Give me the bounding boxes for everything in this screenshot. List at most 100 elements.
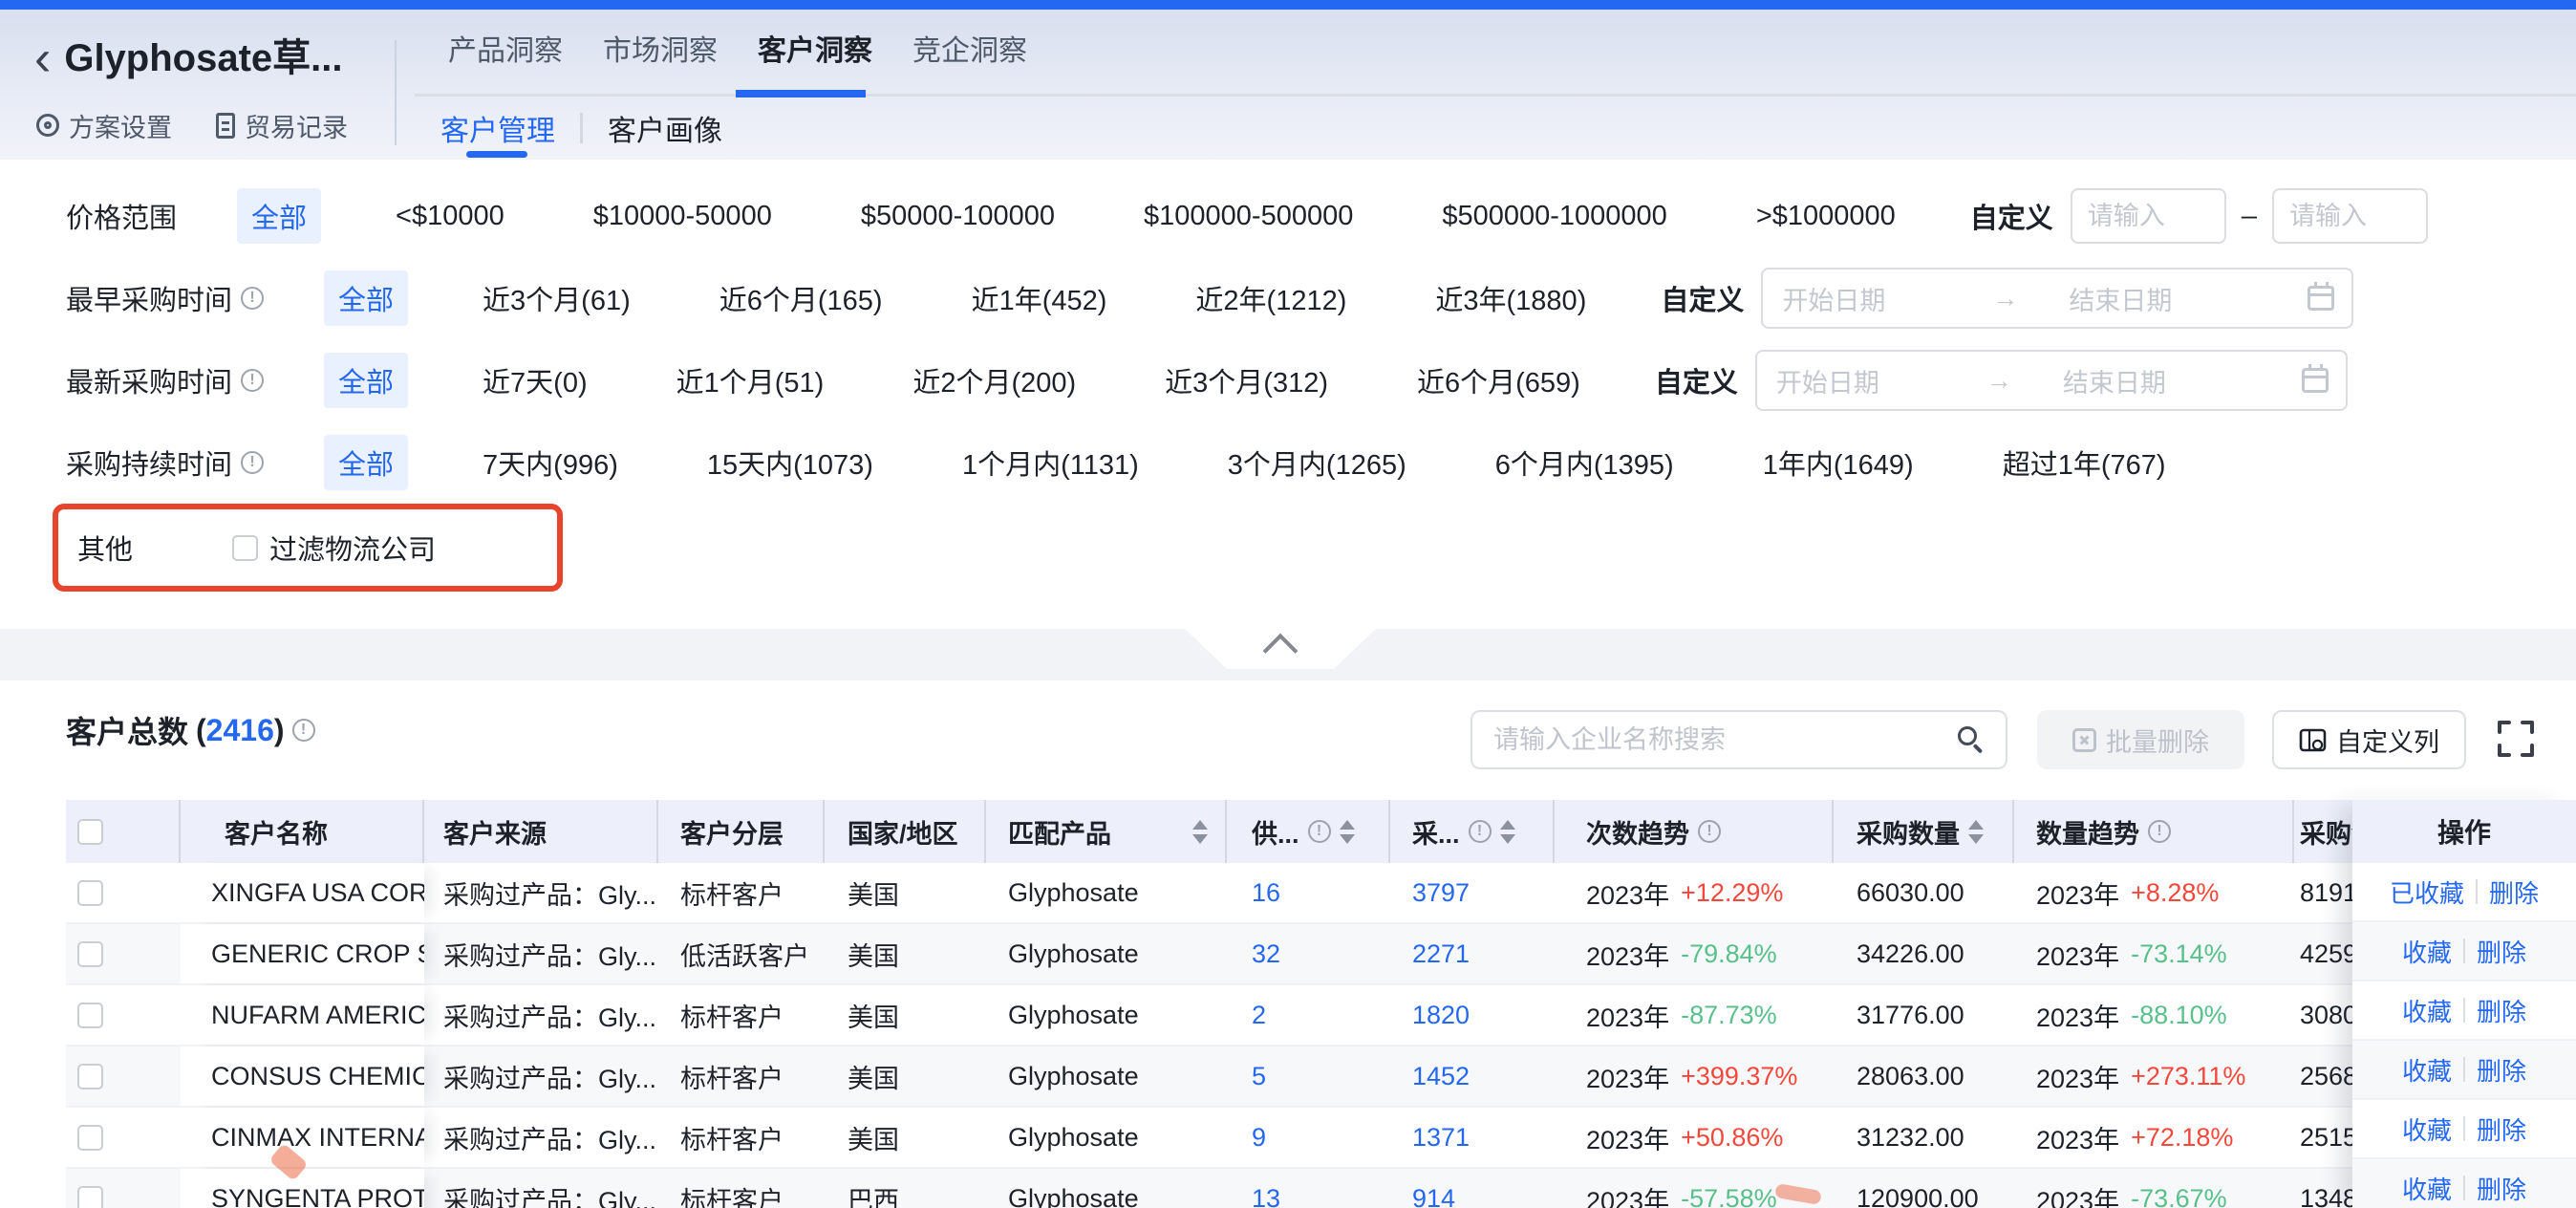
table-row[interactable]: NUFARM AMERICAS, 采购过产品：Gly... 标杆客户 美国 Gl… [66,985,2576,1046]
calendar-icon[interactable] [2302,368,2329,393]
price-option[interactable]: $10000-50000 [579,193,786,240]
tab-market-insight[interactable]: 市场洞察 [603,32,718,71]
purchases-count-link[interactable]: 1452 [1390,1046,1555,1106]
fullscreen-icon[interactable] [2496,719,2536,759]
earliest-custom-label[interactable]: 自定义 [1661,278,1744,318]
favorite-link[interactable]: 已收藏 [2390,874,2464,910]
price-option[interactable]: <$10000 [381,193,519,240]
filter-logistics-checkbox[interactable] [232,535,258,561]
scheme-settings-button[interactable]: 方案设置 [36,107,172,144]
row-checkbox[interactable] [77,1064,103,1089]
favorite-link[interactable]: 收藏 [2402,993,2452,1028]
delete-link[interactable]: 删除 [2477,1052,2526,1088]
earliest-date-range-picker[interactable]: 开始日期 → 结束日期 [1761,268,2353,329]
duration-option-all[interactable]: 全部 [324,435,408,490]
price-custom-label[interactable]: 自定义 [1970,196,2053,236]
batch-delete-button[interactable]: 批量删除 [2037,710,2244,769]
table-row[interactable]: GENERIC CROP SCI 采购过产品：Gly... 低活跃客户 美国 G… [66,924,2576,985]
end-date-placeholder[interactable]: 结束日期 [2063,362,2302,399]
price-option[interactable]: $100000-500000 [1129,193,1367,240]
table-row[interactable]: CONSUS CHEMICAL 采购过产品：Gly... 标杆客户 美国 Gly… [66,1046,2576,1108]
subtab-customer-management[interactable]: 客户管理 [440,107,555,149]
favorite-link[interactable]: 收藏 [2402,1111,2452,1147]
calendar-icon[interactable] [2308,286,2334,311]
sort-icon[interactable] [1968,820,1984,844]
customer-count[interactable]: 2416 [206,713,274,747]
duration-option[interactable]: 6个月内(1395) [1481,435,1688,490]
price-option-all[interactable]: 全部 [237,188,321,244]
end-date-placeholder[interactable]: 结束日期 [2069,280,2308,317]
back-icon[interactable]: ‹ [34,31,51,86]
trade-records-button[interactable]: 贸易记录 [216,107,348,144]
search-input[interactable] [1492,724,1956,756]
table-row[interactable]: SYNGENTA PROTEC 采购过产品：Gly... 标杆客户 巴西 Gly… [66,1169,2576,1208]
suppliers-count-link[interactable]: 32 [1227,924,1390,983]
latest-date-range-picker[interactable]: 开始日期 → 结束日期 [1755,350,2348,411]
price-max-input[interactable] [2272,188,2428,244]
price-min-input[interactable] [2071,188,2226,244]
favorite-link[interactable]: 收藏 [2402,934,2452,969]
suppliers-count-link[interactable]: 16 [1227,863,1390,922]
suppliers-count-link[interactable]: 9 [1227,1108,1390,1167]
latest-option-all[interactable]: 全部 [324,353,408,408]
duration-option[interactable]: 1年内(1649) [1749,435,1928,490]
price-option[interactable]: >$1000000 [1742,193,1910,240]
favorite-link[interactable]: 收藏 [2402,1171,2452,1206]
latest-option[interactable]: 近2个月(200) [898,353,1090,408]
delete-link[interactable]: 删除 [2477,993,2526,1028]
latest-custom-label[interactable]: 自定义 [1655,360,1738,400]
row-checkbox[interactable] [77,1125,103,1151]
price-option[interactable]: $50000-100000 [847,193,1069,240]
info-icon[interactable] [292,719,315,742]
duration-option[interactable]: 15天内(1073) [693,435,888,490]
search-icon[interactable] [1956,724,1986,755]
earliest-option[interactable]: 近6个月(165) [705,270,897,326]
custom-columns-button[interactable]: 自定义列 [2272,710,2466,769]
suppliers-count-link[interactable]: 5 [1227,1046,1390,1106]
purchases-count-link[interactable]: 3797 [1390,863,1555,922]
info-icon[interactable] [2148,820,2171,843]
earliest-option[interactable]: 近3个月(61) [468,270,645,326]
company-search-box[interactable] [1470,710,2007,769]
row-checkbox[interactable] [77,941,103,967]
latest-option[interactable]: 近6个月(659) [1403,353,1595,408]
latest-option[interactable]: 近3个月(312) [1150,353,1342,408]
earliest-option[interactable]: 近2年(1212) [1181,270,1361,326]
collapse-filters-tab[interactable] [1185,629,1376,669]
row-checkbox[interactable] [77,1186,103,1208]
delete-link[interactable]: 删除 [2489,874,2539,910]
delete-link[interactable]: 删除 [2477,1171,2526,1206]
info-icon[interactable] [241,451,264,474]
delete-link[interactable]: 删除 [2477,934,2526,969]
duration-option[interactable]: 超过1年(767) [1988,435,2180,490]
info-icon[interactable] [241,287,264,310]
duration-option[interactable]: 3个月内(1265) [1213,435,1421,490]
table-row[interactable]: XINGFA USA CORPO 采购过产品：Gly... 标杆客户 美国 Gl… [66,863,2576,924]
sort-icon[interactable] [1340,820,1355,844]
purchases-count-link[interactable]: 1371 [1390,1108,1555,1167]
sort-icon[interactable] [1192,820,1208,844]
start-date-placeholder[interactable]: 开始日期 [1782,280,1992,317]
earliest-option[interactable]: 近1年(452) [957,270,1122,326]
row-checkbox[interactable] [77,1003,103,1028]
purchases-count-link[interactable]: 2271 [1390,924,1555,983]
info-icon[interactable] [1469,820,1492,843]
suppliers-count-link[interactable]: 13 [1227,1169,1390,1208]
purchases-count-link[interactable]: 1820 [1390,985,1555,1045]
favorite-link[interactable]: 收藏 [2402,1052,2452,1088]
info-icon[interactable] [1698,820,1721,843]
tab-customer-insight[interactable]: 客户洞察 [758,32,872,71]
filter-logistics-label[interactable]: 过滤物流公司 [269,528,436,568]
start-date-placeholder[interactable]: 开始日期 [1776,362,1986,399]
tab-competitor-insight[interactable]: 竞企洞察 [912,32,1027,71]
price-option[interactable]: $500000-1000000 [1428,193,1681,240]
suppliers-count-link[interactable]: 2 [1227,985,1390,1045]
latest-option[interactable]: 近7天(0) [468,353,602,408]
table-row[interactable]: CINMAX INTERNATIO 采购过产品：Gly... 标杆客户 美国 G… [66,1108,2576,1169]
sort-icon[interactable] [1500,820,1515,844]
row-checkbox[interactable] [77,880,103,906]
subtab-customer-profile[interactable]: 客户画像 [608,107,722,149]
earliest-option[interactable]: 近3年(1880) [1421,270,1600,326]
tab-product-insight[interactable]: 产品洞察 [448,32,563,71]
duration-option[interactable]: 7天内(996) [468,435,633,490]
